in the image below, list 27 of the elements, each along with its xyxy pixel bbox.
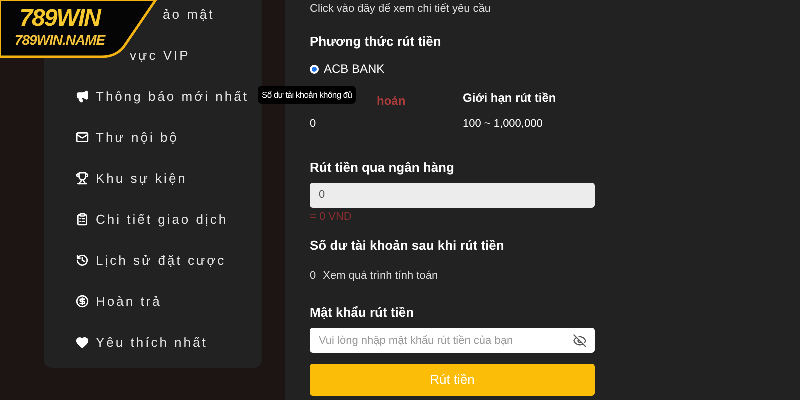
section-title: Số dư tài khoản sau khi rút tiền	[310, 237, 506, 255]
field-label: Giới hạn rút tiền	[463, 90, 558, 106]
sidebar-item[interactable]: Lịch sử đặt cược	[96, 250, 226, 270]
calculation-link[interactable]: Xem quá trình tính toán	[323, 268, 438, 284]
converted-amount: = 0 VND	[310, 210, 353, 224]
tooltip: Số dư tài khoản không đủ	[258, 86, 356, 104]
section-title: Phương thức rút tiền	[310, 33, 442, 51]
section-title: Mật khẩu rút tiền	[310, 304, 416, 322]
balance-value: 0	[310, 116, 318, 132]
section-title: Rút tiền qua ngân hàng	[310, 159, 456, 177]
field-label: hoản	[377, 94, 406, 108]
sidebar-item[interactable]: vực VIP	[130, 46, 190, 66]
logo-text: 789WIN	[20, 6, 100, 32]
requirements-link[interactable]: Click vào đây để xem chi tiết yêu cầu	[310, 0, 595, 16]
sidebar-item[interactable]: ảo mật	[163, 4, 215, 24]
sidebar-item[interactable]: Khu sự kiện	[96, 168, 188, 188]
amount-field[interactable]: 0	[310, 182, 595, 208]
sidebar-item[interactable]: Chi tiết giao dịch	[96, 210, 228, 230]
sidebar-item[interactable]: Hoàn trả	[96, 292, 162, 312]
password-field[interactable]: Vui lòng nhập mật khẩu rút tiền của bạn	[310, 328, 595, 353]
radio-label[interactable]: ACB BANK	[324, 60, 385, 78]
sidebar-item[interactable]: Yêu thích nhất	[96, 332, 208, 352]
sidebar-item[interactable]: Thông báo mới nhất	[96, 86, 249, 106]
balance-after-value: 0	[310, 268, 316, 284]
logo-subtext: 789WIN.NAME	[14, 32, 106, 48]
sidebar-item[interactable]: Thư nội bộ	[96, 128, 179, 148]
limit-value: 100 ~ 1,000,000	[463, 116, 544, 132]
